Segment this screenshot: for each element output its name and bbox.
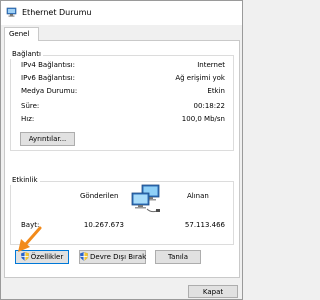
title-bar[interactable]: Ethernet Durumu bbox=[1, 1, 242, 25]
bytes-sent-value: 10.267.673 bbox=[83, 221, 124, 229]
connection-group-label: Bağlantı bbox=[10, 50, 43, 59]
speed-label: Hız: bbox=[21, 115, 35, 123]
ipv4-value: Internet bbox=[197, 61, 225, 69]
ipv4-label: IPv4 Bağlantısı: bbox=[21, 61, 75, 69]
network-activity-icon bbox=[131, 184, 160, 213]
close-button[interactable]: Kapat bbox=[188, 285, 238, 298]
activity-group-label: Etkinlik bbox=[10, 176, 40, 185]
details-button[interactable]: Ayrıntılar... bbox=[20, 132, 75, 146]
properties-button-label: Özellikler bbox=[30, 253, 64, 261]
activity-group bbox=[10, 181, 234, 245]
ipv6-value: Ağ erişimi yok bbox=[175, 74, 225, 82]
ethernet-status-window: Ethernet Durumu Genel Bağlantı IPv4 Bağl… bbox=[0, 0, 243, 300]
duration-value: 00:18:22 bbox=[193, 102, 225, 110]
received-label: Alınan bbox=[187, 192, 209, 200]
diagnose-button[interactable]: Tanıla bbox=[155, 250, 201, 264]
window-title: Ethernet Durumu bbox=[22, 8, 92, 17]
ipv6-label: IPv6 Bağlantısı: bbox=[21, 74, 75, 82]
annotation-arrow-icon bbox=[18, 226, 42, 252]
tab-genel[interactable]: Genel bbox=[4, 27, 39, 41]
media-status-value: Etkin bbox=[207, 87, 225, 95]
network-adapter-icon bbox=[6, 7, 17, 17]
uac-shield-icon bbox=[80, 251, 88, 261]
disable-button-label: Devre Dışı Bırak bbox=[90, 253, 147, 261]
bytes-received-value: 57.113.466 bbox=[184, 221, 225, 229]
disable-button[interactable]: Devre Dışı Bırak bbox=[79, 250, 146, 264]
media-status-label: Medya Durumu: bbox=[21, 87, 78, 95]
speed-value: 100,0 Mb/sn bbox=[181, 115, 225, 123]
sent-label: Gönderilen bbox=[80, 192, 119, 200]
general-tab-panel: Bağlantı IPv4 Bağlantısı: Internet IPv6 … bbox=[4, 40, 240, 278]
duration-label: Süre: bbox=[21, 102, 40, 110]
